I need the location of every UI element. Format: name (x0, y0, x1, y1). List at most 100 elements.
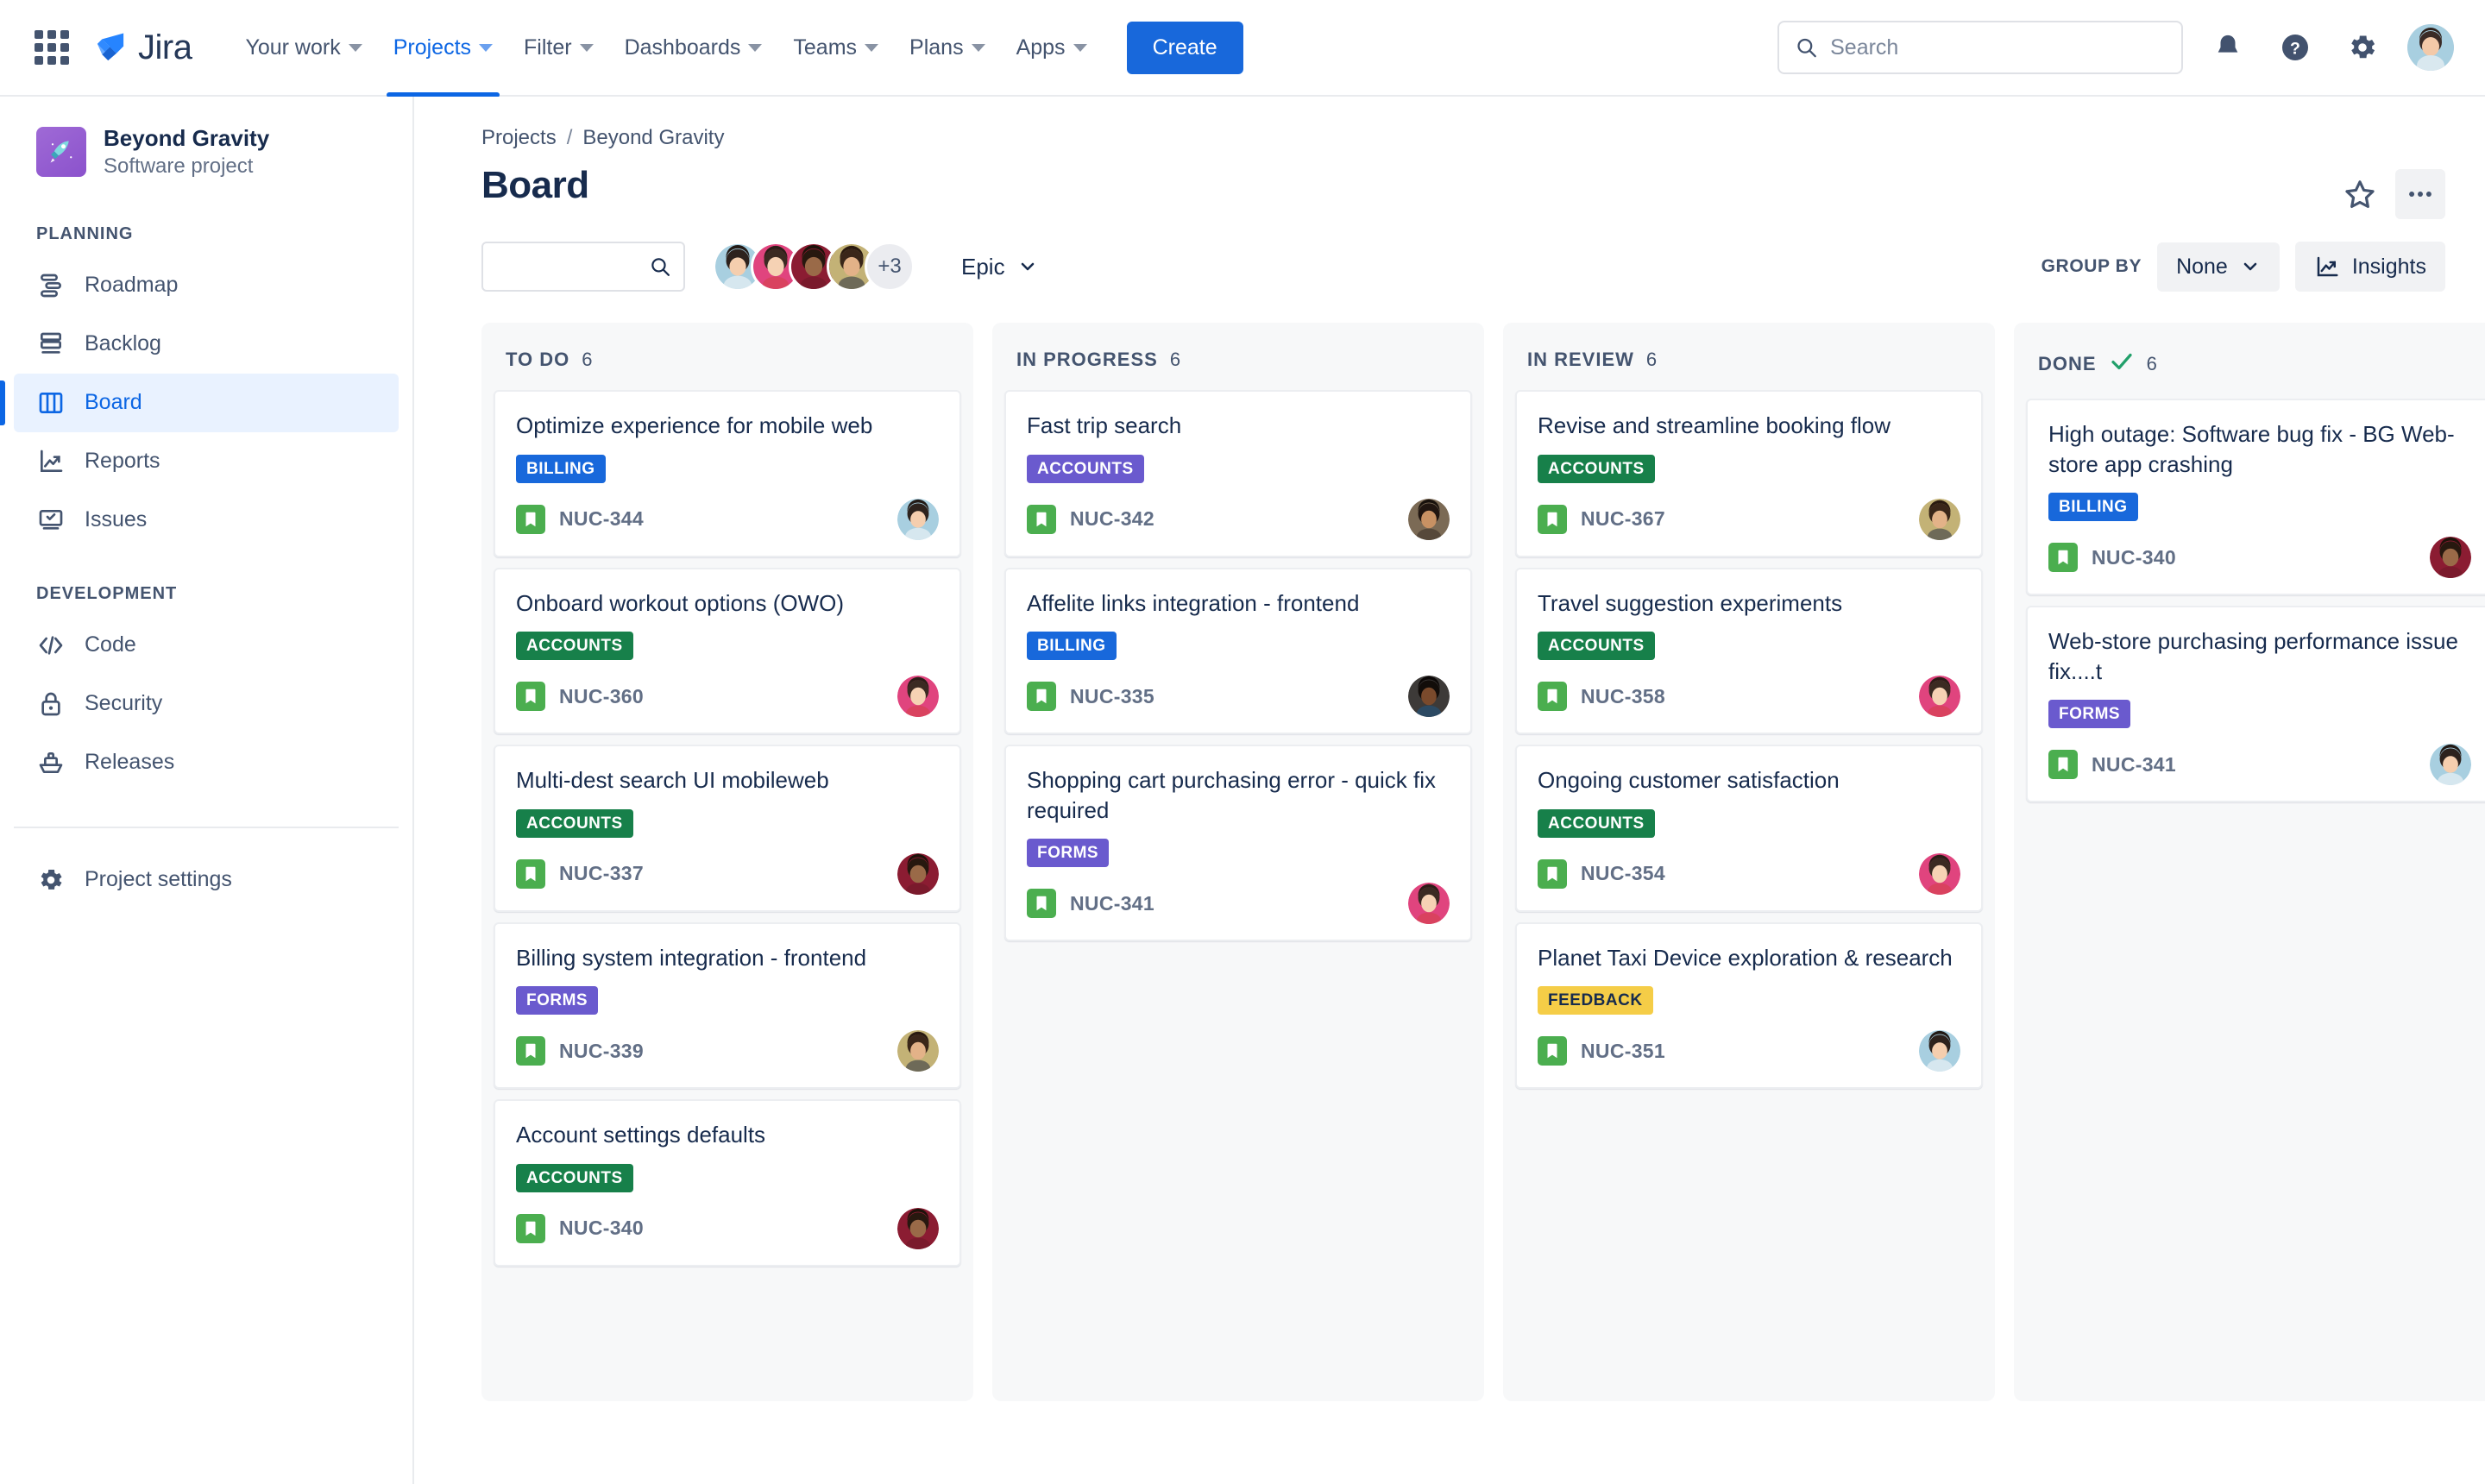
issue-key[interactable]: NUC-354 (1581, 862, 1665, 885)
issue-key[interactable]: NUC-360 (559, 685, 644, 708)
issue-card[interactable]: Fast trip search ACCOUNTS NUC-342 (1004, 390, 1472, 557)
epic-chip[interactable]: ACCOUNTS (516, 632, 633, 661)
epic-chip[interactable]: FEEDBACK (1538, 986, 1653, 1016)
nav-apps[interactable]: Apps (1001, 0, 1103, 96)
help-button[interactable]: ? (2273, 25, 2318, 70)
jira-logo[interactable]: Jira (91, 28, 192, 67)
settings-button[interactable] (2340, 25, 2385, 70)
group-by-dropdown[interactable]: None (2157, 242, 2280, 292)
epic-chip[interactable]: ACCOUNTS (516, 808, 633, 838)
issue-card[interactable]: Travel suggestion experiments ACCOUNTS NUC… (1515, 567, 1983, 735)
assignee-avatar[interactable] (1408, 498, 1450, 540)
issue-card[interactable]: Multi-dest search UI mobileweb ACCOUNTS NU… (494, 745, 961, 912)
epic-chip[interactable]: BILLING (516, 454, 606, 483)
issue-key[interactable]: NUC-335 (1070, 685, 1154, 708)
sidebar-item-project-settings[interactable]: Project settings (14, 851, 399, 909)
board-search-input[interactable] (495, 255, 649, 279)
story-type-icon (1027, 504, 1056, 534)
story-type-icon (2048, 543, 2078, 573)
sidebar-item-roadmap[interactable]: Roadmap (14, 256, 399, 315)
assignee-avatar[interactable] (1919, 676, 1960, 718)
nav-your-work[interactable]: Your work (230, 0, 377, 96)
epic-chip[interactable]: BILLING (2048, 493, 2138, 522)
sidebar-item-code[interactable]: Code (14, 616, 399, 675)
issue-key[interactable]: NUC-367 (1581, 507, 1665, 531)
issue-card[interactable]: High outage: Software bug fix - BG Web-s… (2026, 399, 2485, 596)
issue-key[interactable]: NUC-341 (2092, 753, 2176, 777)
epic-chip[interactable]: ACCOUNTS (1538, 632, 1655, 661)
epic-chip[interactable]: FORMS (516, 986, 599, 1016)
epic-chip[interactable]: ACCOUNTS (1538, 454, 1655, 483)
epic-filter-dropdown[interactable]: Epic (951, 245, 1048, 289)
nav-filter[interactable]: Filter (508, 0, 609, 96)
issue-card-footer: NUC-335 (1027, 676, 1450, 718)
epic-chip[interactable]: FORMS (2048, 700, 2131, 729)
issue-card[interactable]: Account settings defaults ACCOUNTS NUC-340 (494, 1099, 961, 1267)
breadcrumb-project[interactable]: Beyond Gravity (582, 126, 724, 150)
assignee-avatar[interactable] (897, 1030, 939, 1072)
story-type-icon (1538, 682, 1567, 712)
issue-card[interactable]: Web-store purchasing performance issue f… (2026, 606, 2485, 803)
assignee-avatar[interactable] (1919, 498, 1960, 540)
issue-card-footer: NUC-344 (516, 498, 939, 540)
global-search-input[interactable] (1830, 35, 2166, 60)
assignee-avatar[interactable] (897, 498, 939, 540)
epic-chip[interactable]: FORMS (1027, 839, 1110, 868)
project-header[interactable]: Beyond Gravity Software project (0, 124, 412, 179)
issue-card[interactable]: Ongoing customer satisfaction ACCOUNTS NUC… (1515, 745, 1983, 912)
issue-card[interactable]: Onboard workout options (OWO) ACCOUNTS NUC… (494, 567, 961, 735)
sidebar-item-security[interactable]: Security (14, 675, 399, 733)
issue-card[interactable]: Billing system integration - frontend FOR… (494, 921, 961, 1090)
avatar-overflow-count[interactable]: +3 (865, 242, 915, 292)
issue-card[interactable]: Optimize experience for mobile web BILLIN… (494, 390, 961, 557)
insights-button[interactable]: Insights (2294, 242, 2445, 292)
assignee-avatar[interactable] (1919, 1030, 1960, 1072)
sidebar-item-backlog[interactable]: Backlog (14, 315, 399, 374)
roadmap-icon (36, 271, 66, 300)
issue-key[interactable]: NUC-337 (559, 862, 644, 885)
issue-key[interactable]: NUC-351 (1581, 1040, 1665, 1063)
issue-key[interactable]: NUC-344 (559, 507, 644, 531)
issue-key[interactable]: NUC-342 (1070, 507, 1154, 531)
epic-chip[interactable]: BILLING (1027, 632, 1117, 661)
issue-card[interactable]: Planet Taxi Device exploration & researc… (1515, 921, 1983, 1090)
user-avatar[interactable] (2407, 24, 2454, 71)
issue-key[interactable]: NUC-341 (1070, 892, 1154, 915)
nav-teams[interactable]: Teams (777, 0, 894, 96)
assignee-avatar[interactable] (1408, 883, 1450, 925)
issue-key[interactable]: NUC-340 (2092, 546, 2176, 569)
issue-card[interactable]: Shopping cart purchasing error - quick f… (1004, 745, 1472, 942)
assignee-avatar[interactable] (2430, 537, 2471, 579)
create-button[interactable]: Create (1126, 21, 1243, 74)
sidebar-item-board[interactable]: Board (0, 373, 399, 432)
sidebar-item-issues[interactable]: Issues (14, 491, 399, 550)
board-search-box[interactable] (481, 242, 685, 292)
nav-dashboards[interactable]: Dashboards (609, 0, 778, 96)
issue-card[interactable]: Affelite links integration - frontend BIL… (1004, 567, 1472, 735)
notifications-button[interactable] (2205, 25, 2250, 70)
nav-label: Dashboards (624, 35, 741, 60)
epic-chip[interactable]: ACCOUNTS (1538, 808, 1655, 838)
assignee-avatar[interactable] (1408, 676, 1450, 718)
nav-projects[interactable]: Projects (378, 0, 508, 97)
assignee-avatar[interactable] (1919, 852, 1960, 895)
issue-key[interactable]: NUC-358 (1581, 685, 1665, 708)
breadcrumb-projects[interactable]: Projects (481, 126, 557, 150)
column-card-list: Optimize experience for mobile web BILLIN… (481, 390, 973, 1267)
more-actions-button[interactable] (2395, 169, 2445, 219)
sidebar-item-releases[interactable]: Releases (14, 733, 399, 792)
star-button[interactable] (2335, 169, 2385, 219)
global-search-box[interactable] (1777, 21, 2183, 74)
assignee-avatar[interactable] (897, 852, 939, 895)
issue-card[interactable]: Revise and streamline booking flow ACCOUN… (1515, 390, 1983, 557)
sidebar-item-reports[interactable]: Reports (14, 432, 399, 491)
issue-key[interactable]: NUC-340 (559, 1217, 644, 1240)
epic-chip[interactable]: ACCOUNTS (516, 1163, 633, 1192)
epic-chip[interactable]: ACCOUNTS (1027, 454, 1144, 483)
app-switcher-icon[interactable] (31, 27, 72, 68)
assignee-avatar[interactable] (897, 676, 939, 718)
nav-plans[interactable]: Plans (894, 0, 1001, 96)
assignee-avatar[interactable] (2430, 744, 2471, 786)
assignee-avatar[interactable] (897, 1207, 939, 1249)
issue-key[interactable]: NUC-339 (559, 1040, 644, 1063)
